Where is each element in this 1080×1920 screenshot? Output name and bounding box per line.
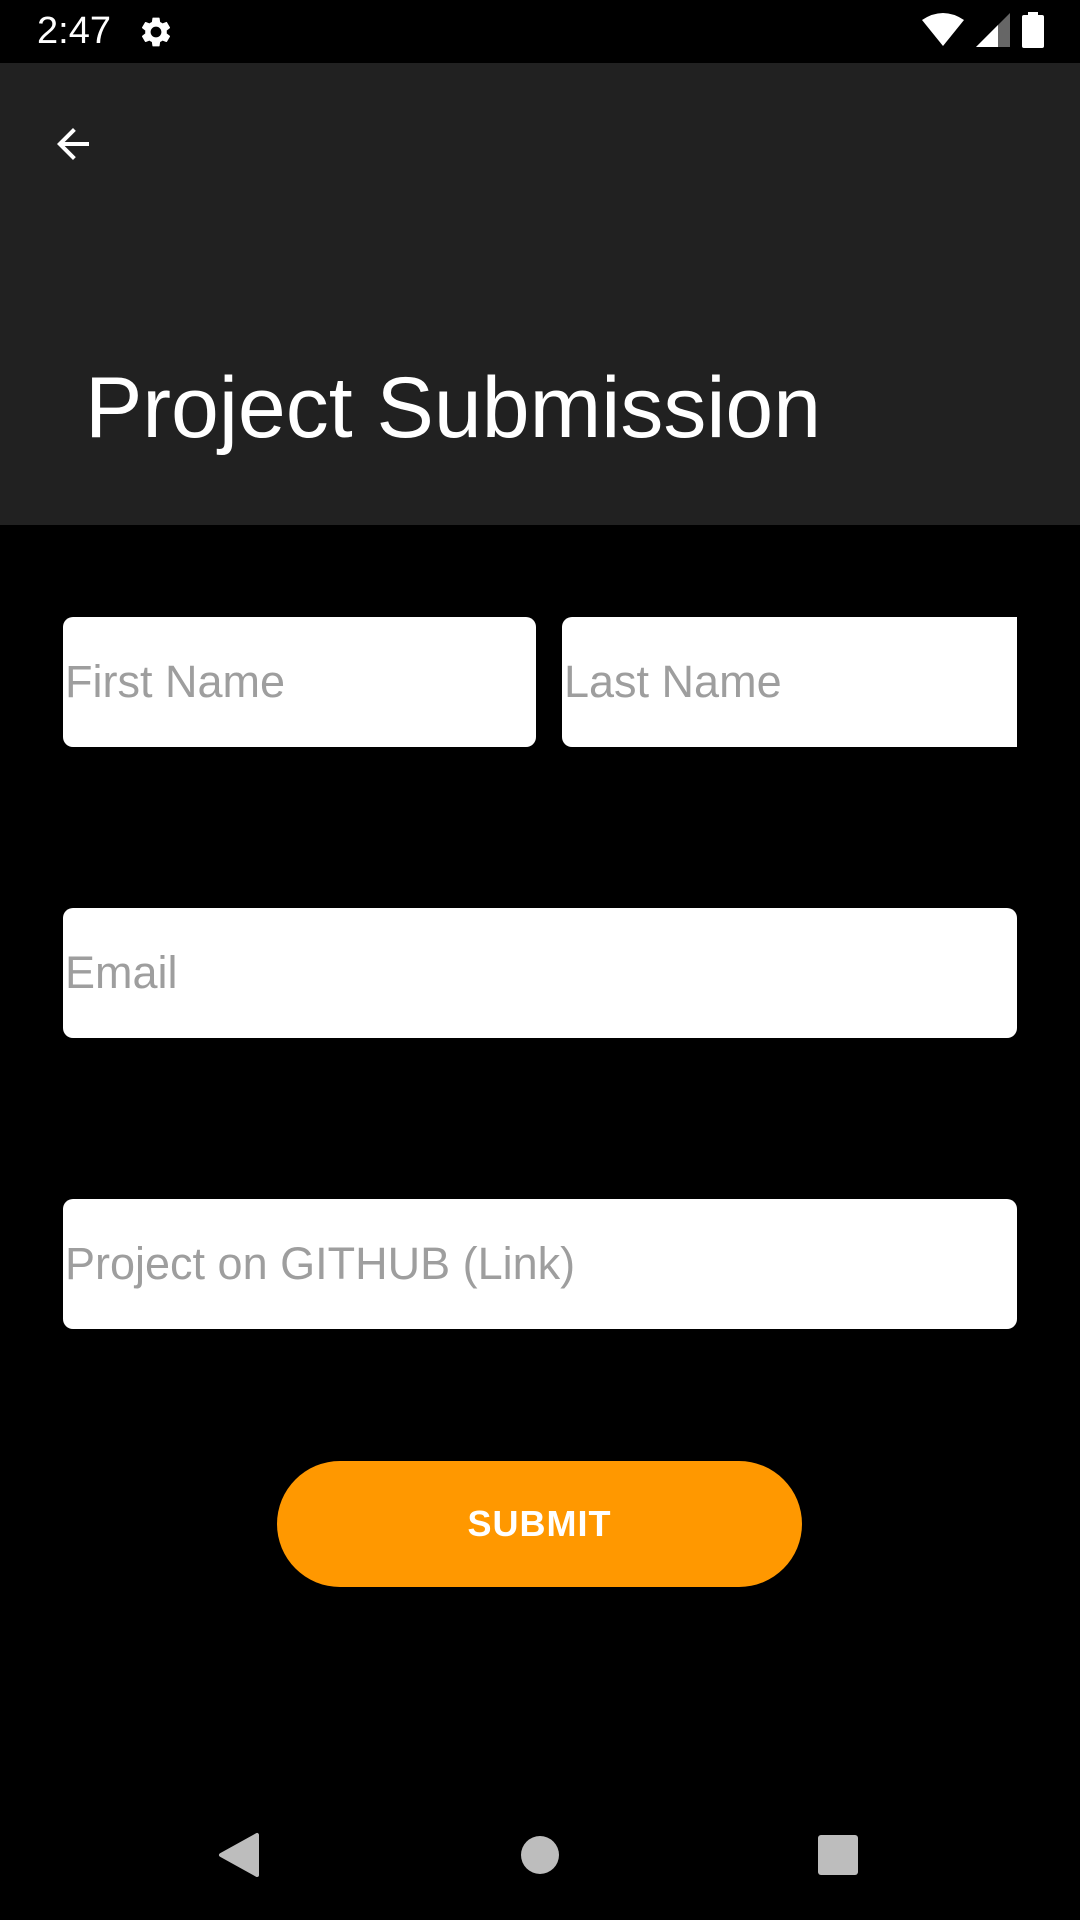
nav-home-button[interactable] bbox=[503, 1820, 577, 1894]
gear-icon bbox=[138, 14, 174, 50]
first-name-field[interactable] bbox=[63, 617, 536, 747]
navigation-bar bbox=[0, 1794, 1080, 1920]
last-name-field[interactable] bbox=[562, 617, 1017, 747]
wifi-icon bbox=[922, 12, 964, 52]
arrow-left-icon bbox=[49, 120, 97, 173]
nav-back-icon bbox=[217, 1831, 261, 1884]
app-bar: Project Submission bbox=[0, 63, 1080, 525]
battery-icon bbox=[1022, 11, 1044, 53]
nav-recents-icon bbox=[818, 1834, 858, 1880]
page-title: Project Submission bbox=[85, 360, 822, 456]
github-link-field[interactable] bbox=[63, 1199, 1017, 1329]
nav-home-icon bbox=[520, 1835, 560, 1880]
submit-button[interactable]: SUBMIT bbox=[277, 1461, 802, 1587]
screen: 2:47 Project Submission First Name Last … bbox=[0, 0, 1080, 1920]
back-button[interactable] bbox=[36, 109, 110, 183]
email-field[interactable] bbox=[63, 908, 1017, 1038]
nav-recents-button[interactable] bbox=[801, 1820, 875, 1894]
status-time: 2:47 bbox=[37, 10, 111, 52]
status-bar: 2:47 bbox=[0, 0, 1080, 63]
signal-icon bbox=[976, 12, 1010, 52]
nav-back-button[interactable] bbox=[202, 1820, 276, 1894]
status-icons bbox=[922, 11, 1044, 53]
